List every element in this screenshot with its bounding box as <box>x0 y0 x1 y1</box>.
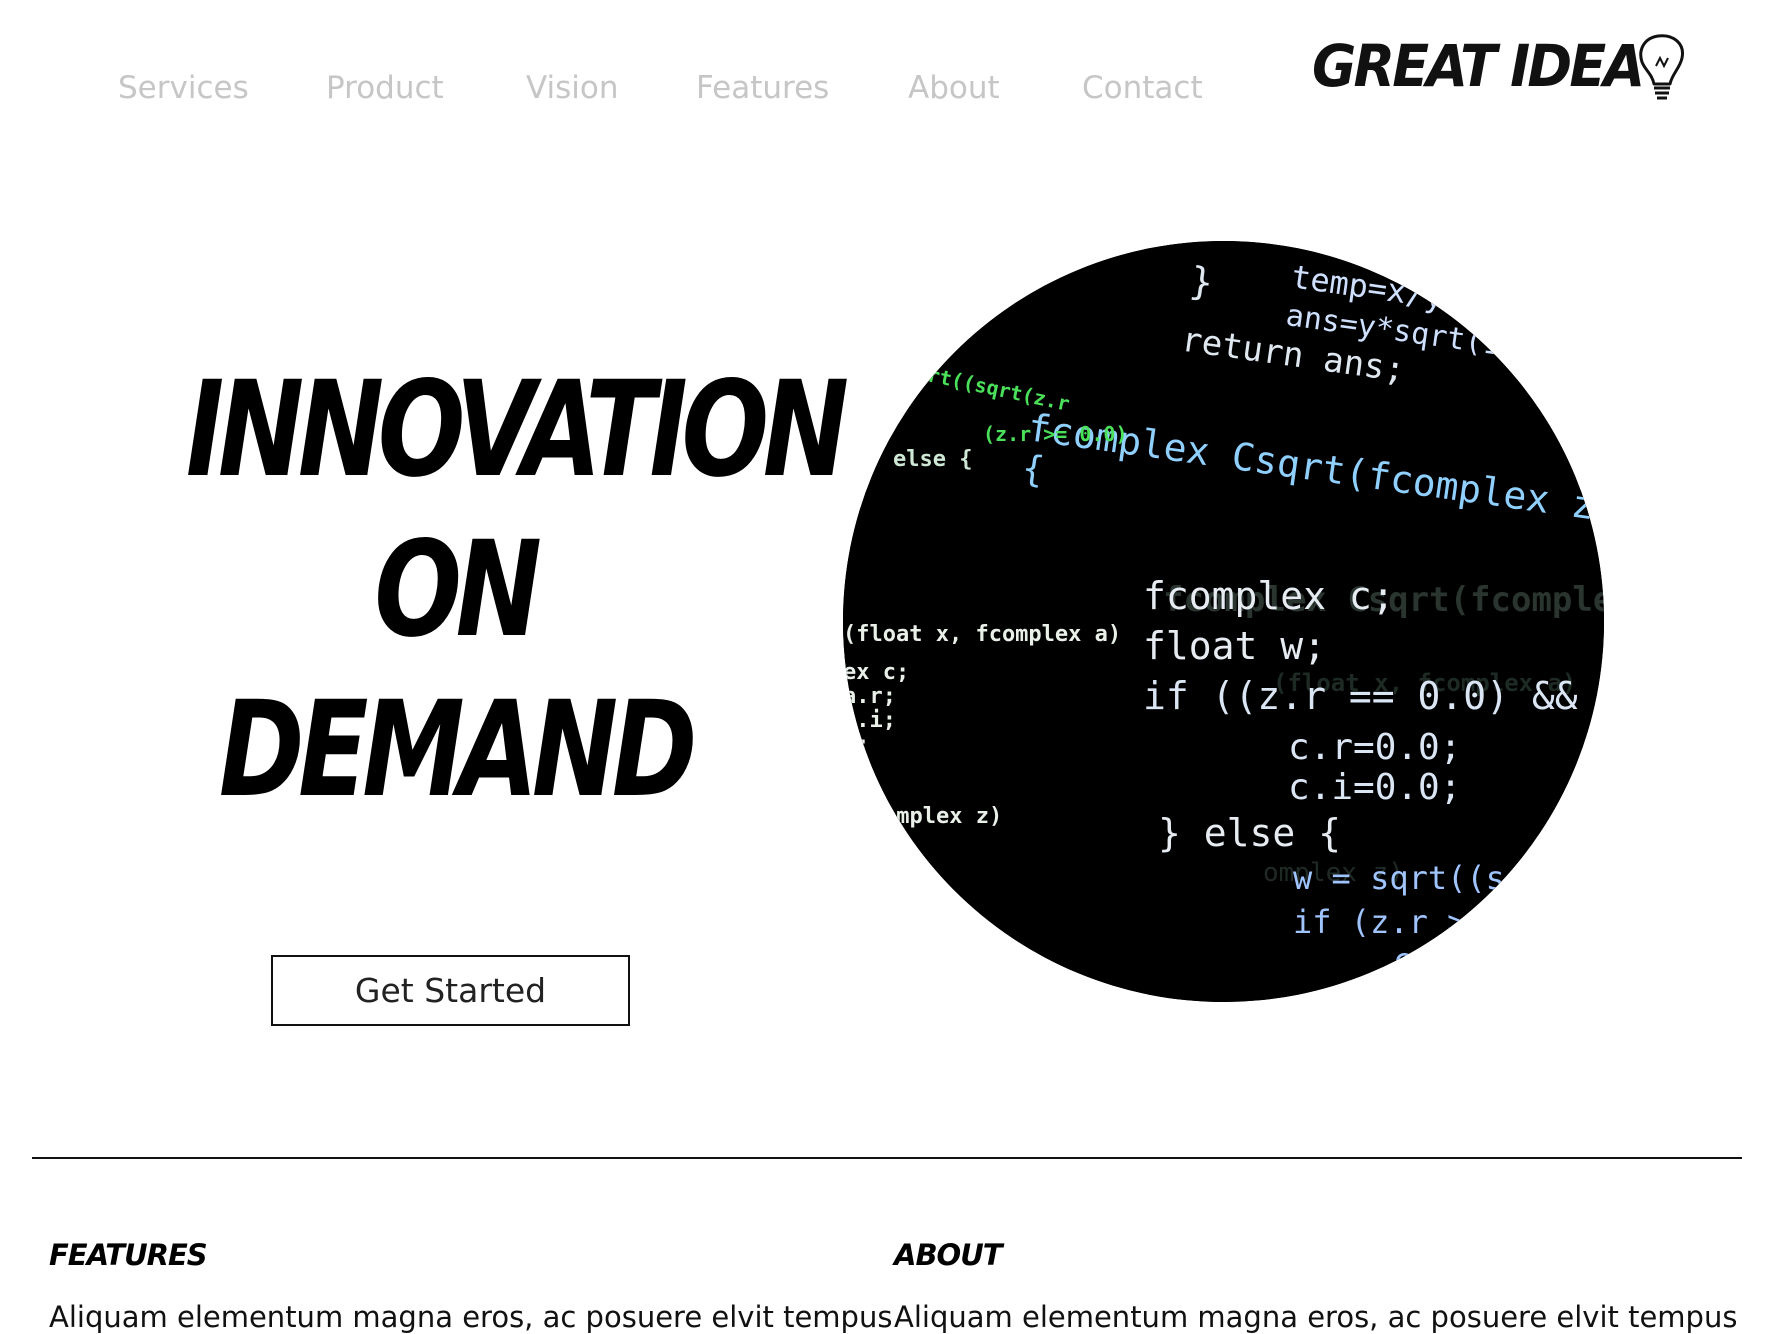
nav-link-product[interactable]: Product <box>326 70 444 106</box>
lightbulb-icon <box>1639 34 1684 100</box>
section-divider <box>32 1157 1742 1159</box>
code-line: a.r; <box>843 684 896 709</box>
hero-title-line-2: ON <box>374 513 541 667</box>
code-image: fcomplex Csqrt(fcomplex z) (float x, fco… <box>843 241 1604 1002</box>
code-image-art: fcomplex Csqrt(fcomplex z) (float x, fco… <box>843 241 1604 1002</box>
code-line: if (z.r >= 0.0){ <box>1293 903 1601 941</box>
nav-link-vision[interactable]: Vision <box>526 70 619 106</box>
hero-title-line-1: INNOVATION <box>185 353 849 507</box>
hero-title: INNOVATION ON DEMAND <box>110 350 849 830</box>
about-heading: ABOUT <box>894 1238 1003 1272</box>
nav-link-contact[interactable]: Contact <box>1082 70 1203 106</box>
code-line: float w; <box>1143 624 1326 668</box>
features-heading: FEATURES <box>49 1238 208 1272</box>
nav-link-features[interactable]: Features <box>696 70 829 106</box>
code-line: c.r <box>1393 941 1451 979</box>
brand-logo[interactable]: GREAT IDEA <box>1312 26 1692 106</box>
code-line: (z.r >= 0.0) <box>983 422 1128 446</box>
code-line: fcomplex c; <box>1143 574 1395 618</box>
code-line: c.r=0.0; <box>1288 727 1461 768</box>
code-line: (float x, fcomplex a) <box>843 622 1121 647</box>
code-line: c.i=0.0; <box>1288 767 1461 808</box>
code-line: a.i; <box>843 708 896 733</box>
code-line: } else { <box>1158 811 1341 855</box>
code-line: ex c; <box>843 660 909 685</box>
logo-text: GREAT IDEA <box>1312 32 1645 100</box>
nav-link-about[interactable]: About <box>908 70 1000 106</box>
get-started-button[interactable]: Get Started <box>271 955 630 1026</box>
code-line: c; <box>843 732 870 757</box>
code-line: w = sqrt((sqrt(z.r*z <box>1293 859 1604 897</box>
code-line: else { <box>893 447 972 472</box>
code-line: if ((z.r == 0.0) && (z.i == 0.0)) { <box>1143 674 1604 718</box>
code-line: omplex z) <box>883 804 1002 829</box>
nav-link-services[interactable]: Services <box>118 70 249 106</box>
features-text: Aliquam elementum magna eros, ac posuere… <box>49 1300 893 1334</box>
about-text: Aliquam elementum magna eros, ac posuere… <box>894 1300 1738 1334</box>
hero-title-line-3: DEMAND <box>218 673 697 827</box>
